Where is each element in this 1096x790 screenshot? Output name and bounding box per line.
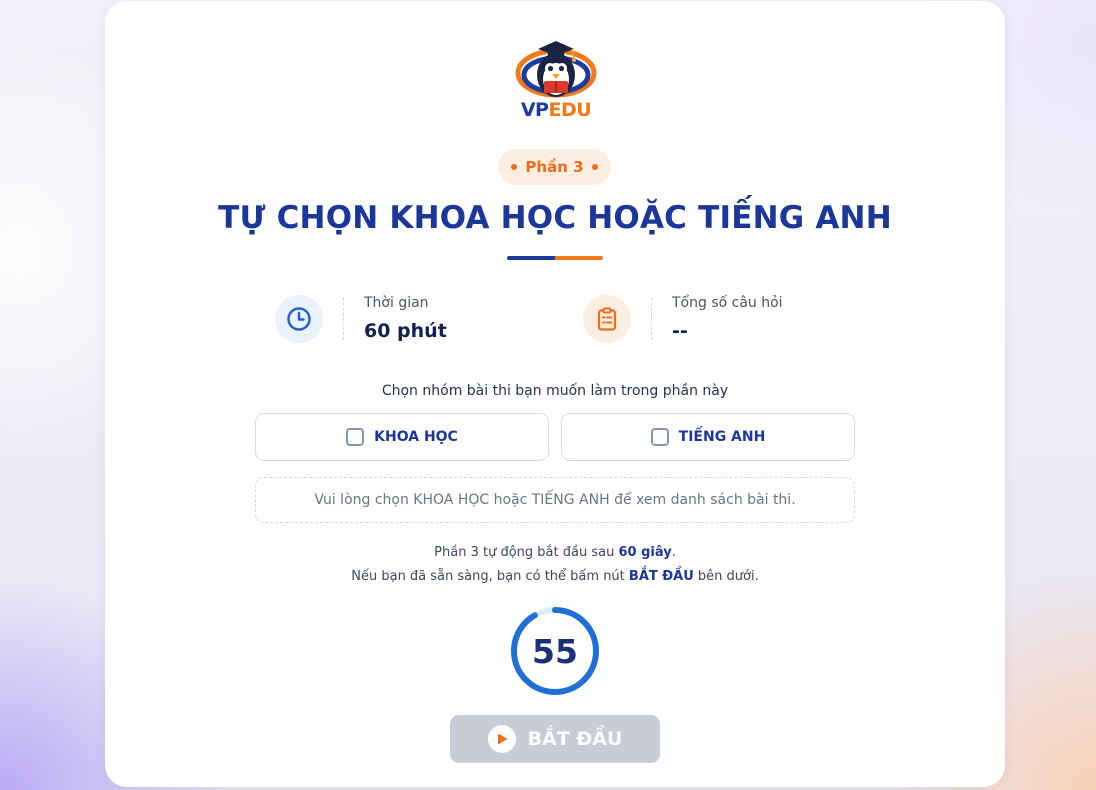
auto-start-line-2: Nếu bạn đã sẵn sàng, bạn có thể bấm nút … bbox=[351, 569, 759, 584]
auto-start-seconds: 60 giây bbox=[618, 545, 672, 560]
info-divider bbox=[343, 298, 344, 340]
badge-dot-left bbox=[511, 164, 518, 170]
selection-notice: Vui lòng chọn KHOA HỌC hoặc TIẾNG ANH để… bbox=[255, 477, 855, 523]
option-khoa-hoc[interactable]: KHOA HỌC bbox=[255, 413, 549, 461]
section-badge-label: Phần 3 bbox=[525, 158, 584, 176]
auto-start-button-ref: BẮT ĐẦU bbox=[628, 569, 694, 584]
play-icon bbox=[487, 725, 516, 753]
title-underline bbox=[507, 256, 603, 260]
logo-wordmark: VPEDU bbox=[520, 99, 592, 121]
time-label: Thời gian bbox=[364, 295, 429, 311]
info-divider bbox=[651, 298, 652, 340]
start-button-label: BẮT ĐẦU bbox=[527, 728, 623, 750]
questions-value: -- bbox=[672, 320, 688, 342]
penguin-mascot-icon bbox=[515, 41, 597, 98]
page-title: TỰ CHỌN KHOA HỌC HOẶC TIẾNG ANH bbox=[218, 200, 892, 236]
questions-label: Tổng số câu hỏi bbox=[672, 295, 783, 311]
time-value: 60 phút bbox=[364, 320, 447, 342]
option-tieng-anh[interactable]: TIẾNG ANH bbox=[561, 413, 855, 461]
section-badge: Phần 3 bbox=[498, 149, 611, 185]
checkbox[interactable] bbox=[346, 428, 365, 446]
vpedu-logo: VPEDU bbox=[514, 35, 598, 125]
start-button[interactable]: BẮT ĐẦU bbox=[450, 715, 660, 763]
countdown-timer: 55 bbox=[509, 605, 601, 697]
clock-icon bbox=[275, 295, 323, 343]
group-prompt: Chọn nhóm bài thi bạn muốn làm trong phầ… bbox=[381, 383, 729, 399]
badge-dot-right bbox=[591, 164, 598, 170]
auto-start-line-1: Phần 3 tự động bắt đầu sau 60 giây. bbox=[434, 545, 676, 560]
countdown-value: 55 bbox=[532, 631, 578, 671]
clipboard-icon bbox=[583, 295, 631, 343]
checkbox[interactable] bbox=[650, 428, 669, 446]
option-label: KHOA HỌC bbox=[374, 429, 458, 445]
option-label: TIẾNG ANH bbox=[678, 429, 766, 445]
